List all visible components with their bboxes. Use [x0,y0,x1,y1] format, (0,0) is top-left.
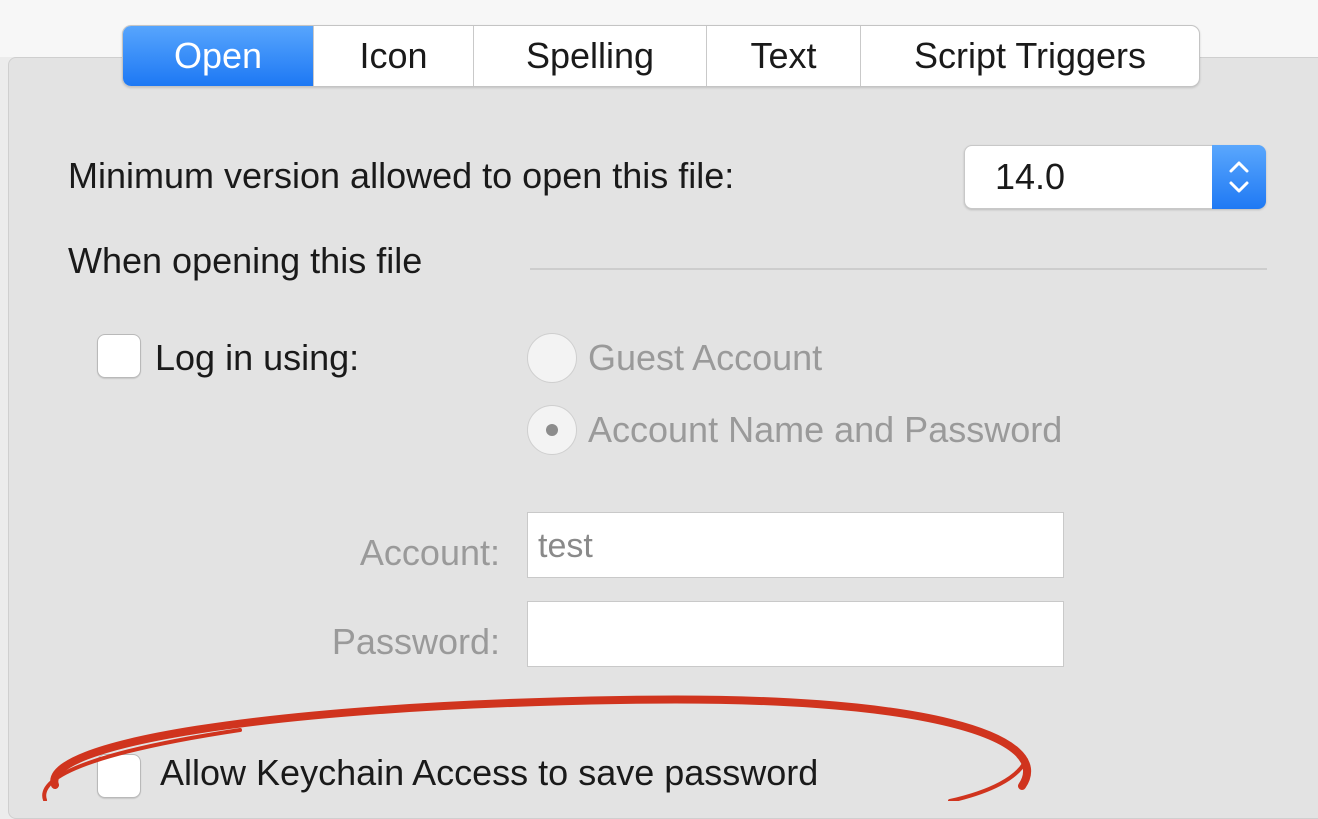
annotation-ellipse [42,695,1032,801]
